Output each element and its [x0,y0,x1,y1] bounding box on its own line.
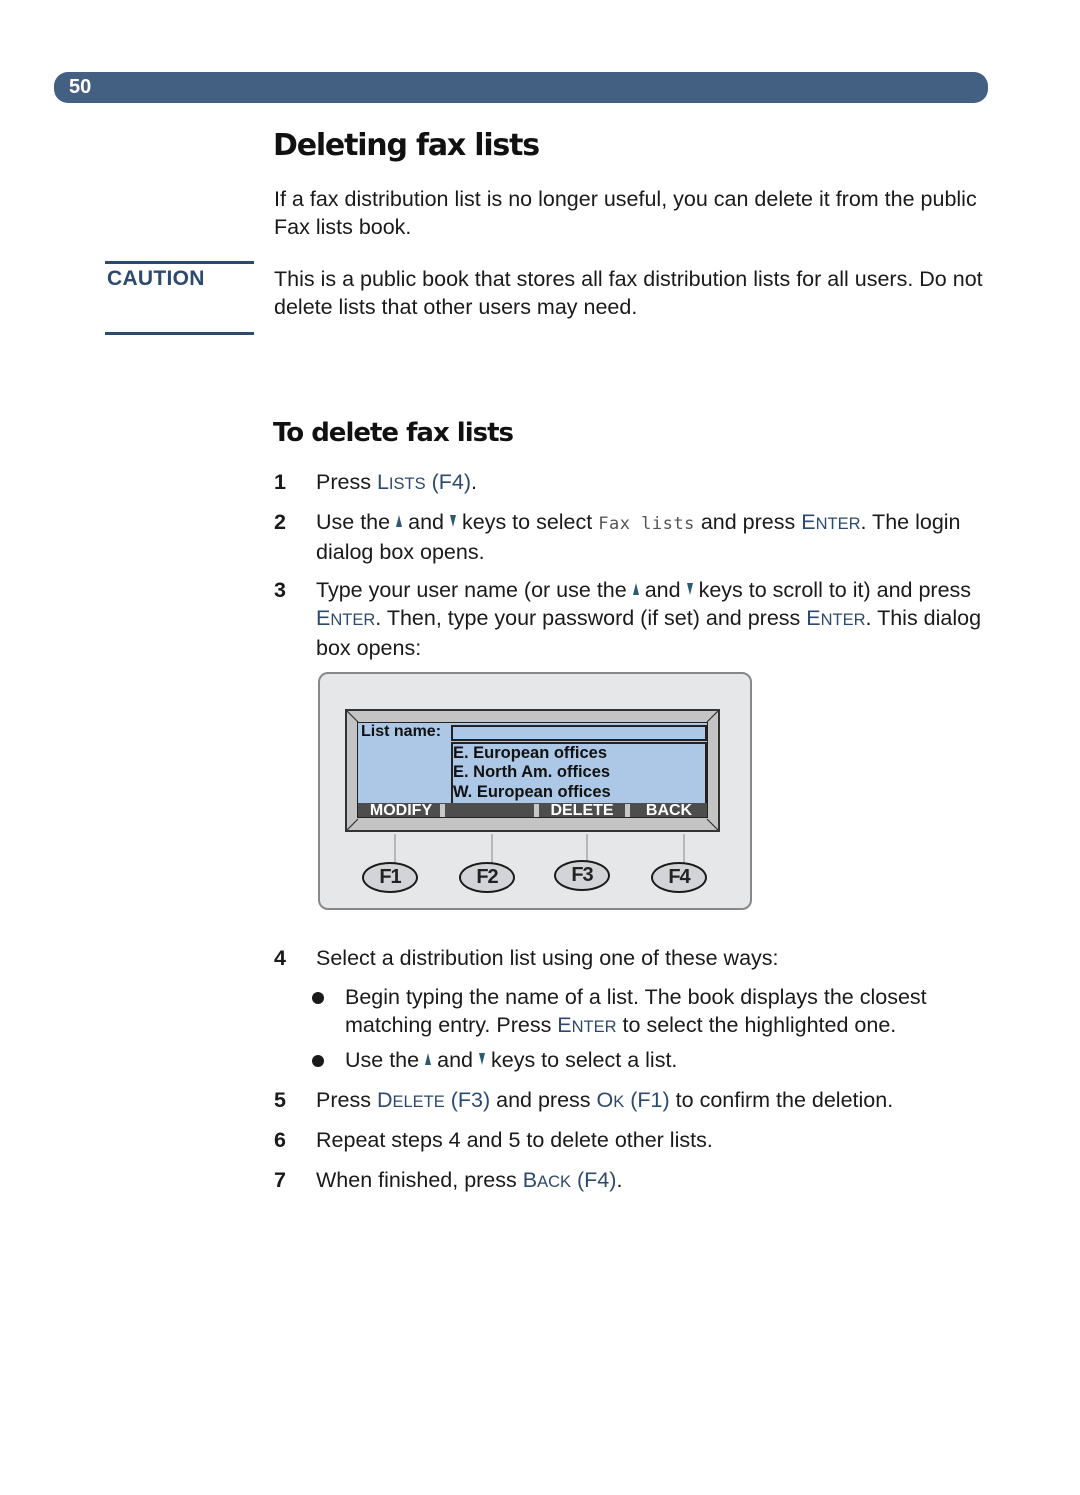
down-arrow-icon [449,515,456,528]
down-arrow-icon [686,583,693,596]
display-bezel: List name: E. European offices E. North … [345,709,720,832]
step-number: 1 [274,470,286,494]
page-header-bar: 50 [54,72,988,103]
key-ok: Ok [596,1088,625,1112]
text-run: Use the [316,510,391,534]
text-run: and [437,1048,473,1072]
fax-list-listbox[interactable]: E. European offices E. North Am. offices… [451,742,707,803]
up-arrow-icon [632,583,639,596]
key-lists: Lists [376,470,426,494]
bullet-text: Use the and keys to select a list. [345,1046,990,1074]
text-run: keys to select a list. [490,1048,678,1072]
step-text: Press Delete (F3) and press Ok (F1) to c… [316,1086,996,1116]
menu-item-fax-lists: Fax lists [598,514,695,534]
bullet-icon [312,992,324,1004]
key-delete: Delete [376,1088,445,1112]
bullet-text: Begin typing the name of a list. The boo… [345,983,990,1041]
key-enter: Enter [316,606,376,630]
up-arrow-icon [425,1053,432,1066]
page-title: Deleting fax lists [273,128,540,163]
fkey-ref: (F4) [577,1168,617,1192]
text-run: . [471,470,477,494]
list-item[interactable]: E. North Am. offices [453,763,610,782]
text-run: to select the highlighted one. [616,1013,897,1037]
up-arrow-icon [396,515,403,528]
text-run: and [644,578,681,602]
softkey-back[interactable]: BACK [630,802,707,817]
softkey-bar: MODIFY DELETE BACK [358,802,707,817]
f3-button[interactable]: F3 [554,860,610,891]
softkey-modify[interactable]: MODIFY [362,802,440,817]
fkey-ref: (F3) [450,1088,491,1112]
key-enter: Enter [806,606,866,630]
fkey-ref: (F1) [630,1088,670,1112]
step-number: 4 [274,946,286,970]
text-run: Press [316,470,377,494]
fkey-connector [394,834,396,864]
list-name-label: List name: [361,723,442,740]
softkey-delete[interactable]: DELETE [539,802,625,817]
text-run: keys to scroll to it) and press [698,578,972,602]
key-enter: Enter [557,1013,617,1037]
lcd-screen: List name: E. European offices E. North … [357,722,708,818]
f1-button[interactable]: F1 [362,862,418,893]
step-text: Type your user name (or use the and keys t… [316,576,996,662]
text-run: to confirm the deletion. [669,1088,894,1112]
procedure-heading: To delete fax lists [273,418,514,448]
key-enter: Enter [801,510,861,534]
text-run: When finished, press [316,1168,523,1192]
caution-rule-bottom [105,332,254,335]
text-run: and press [490,1088,597,1112]
text-run: Press [316,1088,377,1112]
list-item[interactable]: E. European offices [453,744,607,763]
bullet-icon [312,1055,324,1067]
list-item[interactable]: W. European offices [453,783,611,802]
key-back: Back [522,1168,572,1192]
list-name-input[interactable] [451,725,707,741]
text-run: Type your user name (or use the [316,578,627,602]
text-run: keys to select [461,510,593,534]
fkey-connector [491,834,493,864]
f2-button[interactable]: F2 [459,862,515,893]
step-text: Repeat steps 4 and 5 to delete other lis… [316,1128,713,1152]
step-number: 2 [274,510,286,534]
step-number: 3 [274,578,286,602]
page-number: 50 [69,76,92,98]
step-text: Press Lists (F4). [316,468,996,498]
text-run: and [408,510,444,534]
text-run: and press [700,510,802,534]
fkey-connector [683,834,685,864]
step-text: Select a distribution list using one of … [316,946,779,970]
text-run: Use the [345,1048,420,1072]
fkey-ref: (F4) [431,470,471,494]
control-panel-illustration: List name: E. European offices E. North … [318,672,752,910]
text-run: . Then, type your password (if set) and … [375,606,807,630]
intro-paragraph: If a fax distribution list is no longer … [274,187,977,239]
caution-label: CAUTION [107,267,205,290]
softkey-empty[interactable] [444,802,534,817]
text-run: . [616,1168,623,1192]
step-number: 6 [274,1128,286,1152]
down-arrow-icon [478,1053,485,1066]
step-text: Use the and keys to select Fax lists and p… [316,508,996,566]
caution-text: This is a public book that stores all fa… [274,267,983,319]
step-number: 7 [274,1168,286,1192]
f4-button[interactable]: F4 [651,862,707,893]
caution-rule-top [105,261,254,264]
step-number: 5 [274,1088,286,1112]
step-text: When finished, press Back (F4). [316,1166,996,1196]
